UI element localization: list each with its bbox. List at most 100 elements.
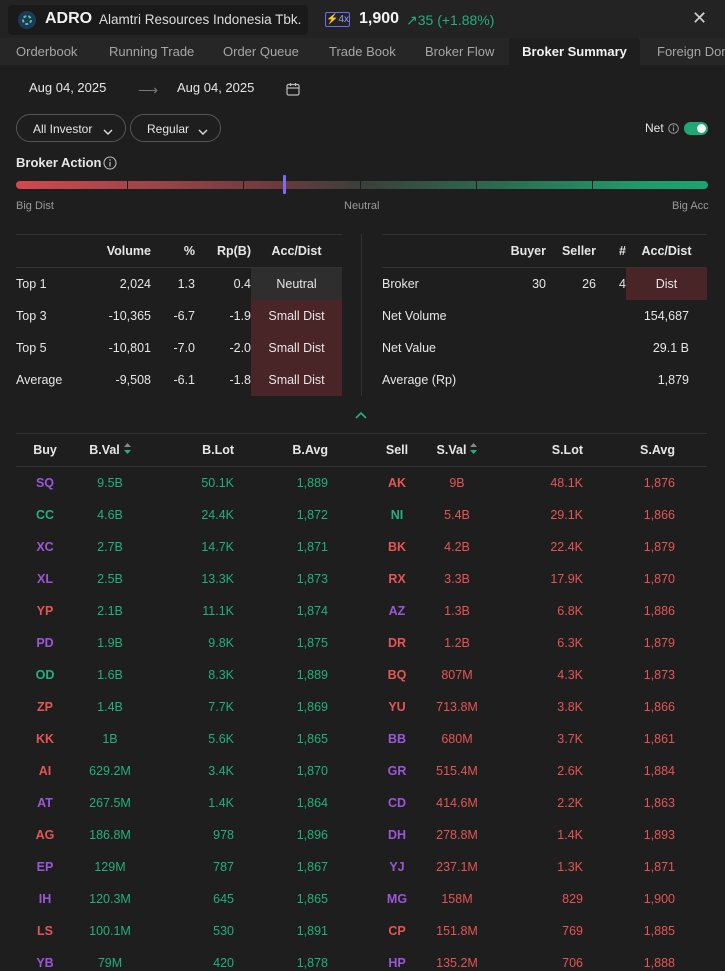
table-row: Top 1 2,024 1.3 0.4 Neutral [16,267,342,300]
buy-lot: 50.1K [201,475,234,490]
table-row[interactable]: LS 100.1M 530 1,891 CP 151.8M 769 1,885 [16,915,707,947]
sell-lot: 29.1K [550,507,583,522]
table-row[interactable]: PD 1.9B 9.8K 1,875 DR 1.2B 6.3K 1,879 [16,627,707,659]
tab-trade-book[interactable]: Trade Book [329,44,396,59]
chevron-down-icon [103,124,113,138]
close-icon[interactable]: ✕ [692,8,707,29]
sell-value: 680M [441,731,473,746]
sort-icon[interactable] [123,443,131,457]
table-row[interactable]: AT 267.5M 1.4K 1,864 CD 414.6M 2.2K 1,863 [16,787,707,819]
table-row[interactable]: AG 186.8M 978 1,896 DH 278.8M 1.4K 1,893 [16,819,707,851]
broker-summary-table: Buy B.Val B.Lot B.Avg Sell S.Val S.Lot S… [16,433,707,971]
buy-lot: 24.4K [201,507,234,522]
buy-average: 1,891 [296,923,328,938]
buy-value: 1.4B [97,699,123,714]
buy-lot: 14.7K [201,539,234,554]
sell-average: 1,876 [643,475,675,490]
sell-lot: 48.1K [550,475,583,490]
seller-broker-code: YJ [389,859,405,874]
net-volume-value: 154,687 [643,308,689,323]
column-header-sval-label: S.Val [436,442,467,457]
sort-icon[interactable] [470,443,478,457]
column-header [382,234,492,268]
sell-value: 713.8M [436,699,478,714]
row-label: Average (Rp) [382,372,457,387]
buy-lot: 420 [213,955,234,970]
buy-lot: 645 [213,891,234,906]
buyer-broker-code: LS [37,923,53,938]
table-row[interactable]: OD 1.6B 8.3K 1,889 BQ 807M 4.3K 1,873 [16,659,707,691]
buy-lot: 5.6K [208,731,234,746]
tab-orderbook[interactable]: Orderbook [16,44,77,59]
buy-lot: 3.4K [208,763,234,778]
table-header-row: Buy B.Val B.Lot B.Avg Sell S.Val S.Lot S… [16,433,707,467]
sell-lot: 4.3K [557,667,583,682]
buy-value: 100.1M [89,923,131,938]
seller-broker-code: BK [387,539,407,554]
table-row[interactable]: AI 629.2M 3.4K 1,870 GR 515.4M 2.6K 1,884 [16,755,707,787]
sell-value: 1.3B [444,603,470,618]
table-row[interactable]: YP 2.1B 11.1K 1,874 AZ 1.3B 6.8K 1,886 [16,595,707,627]
price-change: ↗35 (+1.88%) [406,12,494,29]
column-header-sval[interactable]: S.Val [426,433,488,467]
buy-average: 1,864 [296,795,328,810]
percent-value: 1.3 [177,276,195,291]
calendar-icon[interactable] [286,82,300,99]
table-row[interactable]: KK 1B 5.6K 1,865 BB 680M 3.7K 1,861 [16,723,707,755]
buyer-broker-code: ZP [37,699,53,714]
buy-value: 1B [102,731,118,746]
table-row[interactable]: XC 2.7B 14.7K 1,871 BK 4.2B 22.4K 1,879 [16,531,707,563]
buyer-broker-code: SQ [35,475,55,490]
investor-dropdown-label: All Investor [33,122,93,136]
sell-lot: 22.4K [550,539,583,554]
ticker-selector[interactable]: ADRO Alamtri Resources Indonesia Tbk. [8,5,308,35]
end-date[interactable]: Aug 04, 2025 [177,80,254,95]
market-dropdown-label: Regular [147,122,190,136]
rp-value: -2.0 [229,340,251,355]
investor-dropdown[interactable]: All Investor [16,114,126,142]
buyer-count: 30 [532,276,546,291]
table-row[interactable]: CC 4.6B 24.4K 1,872 NI 5.4B 29.1K 1,866 [16,499,707,531]
acc-dist-badge: Small Dist [251,299,342,332]
tab-order-queue[interactable]: Order Queue [223,44,299,59]
broker-action-title: Broker Action [16,155,102,170]
sell-value: 3.3B [444,571,470,586]
column-header: Acc/Dist [251,234,342,268]
chevron-up-icon[interactable] [355,407,367,422]
market-dropdown[interactable]: Regular [130,114,221,142]
table-row[interactable]: IH 120.3M 645 1,865 MG 158M 829 1,900 [16,883,707,915]
table-row[interactable]: ZP 1.4B 7.7K 1,869 YU 713.8M 3.8K 1,866 [16,691,707,723]
broker-action-gauge [16,181,708,189]
net-summary-table: Buyer Seller # Acc/Dist Broker 30 26 4 D… [382,234,707,396]
acc-dist-badge: Neutral [251,267,342,300]
buy-lot: 1.4K [208,795,234,810]
table-row[interactable]: YB 79M 420 1,878 HP 135.2M 706 1,888 [16,947,707,971]
buy-lot: 978 [213,827,234,842]
table-row[interactable]: EP 129M 787 1,867 YJ 237.1M 1.3K 1,871 [16,851,707,883]
net-label: Net [645,121,664,135]
tab-running-trade[interactable]: Running Trade [109,44,194,59]
net-toggle[interactable] [684,122,708,135]
buy-value: 2.5B [97,571,123,586]
sell-value: 9B [449,475,465,490]
buy-lot: 787 [213,859,234,874]
tab-foreign-dom[interactable]: Foreign Dom [657,44,725,59]
toggle-knob [697,124,706,133]
rp-value: -1.9 [229,308,251,323]
sell-average: 1,866 [643,699,675,714]
info-icon[interactable] [668,122,679,137]
buy-average: 1,867 [296,859,328,874]
start-date[interactable]: Aug 04, 2025 [29,80,106,95]
column-header-savg: S.Avg [597,433,707,467]
seller-broker-code: AZ [388,603,406,618]
gauge-label-center: Neutral [344,200,380,212]
info-icon[interactable] [103,156,117,173]
sell-average: 1,885 [643,923,675,938]
table-row[interactable]: SQ 9.5B 50.1K 1,889 AK 9B 48.1K 1,876 [16,467,707,499]
volume-value: -10,365 [108,308,151,323]
column-header-bval[interactable]: B.Val [74,433,146,467]
tab-broker-flow[interactable]: Broker Flow [425,44,494,59]
table-row[interactable]: XL 2.5B 13.3K 1,873 RX 3.3B 17.9K 1,870 [16,563,707,595]
rp-value: -1.8 [229,372,251,387]
tab-broker-summary[interactable]: Broker Summary [509,38,640,65]
